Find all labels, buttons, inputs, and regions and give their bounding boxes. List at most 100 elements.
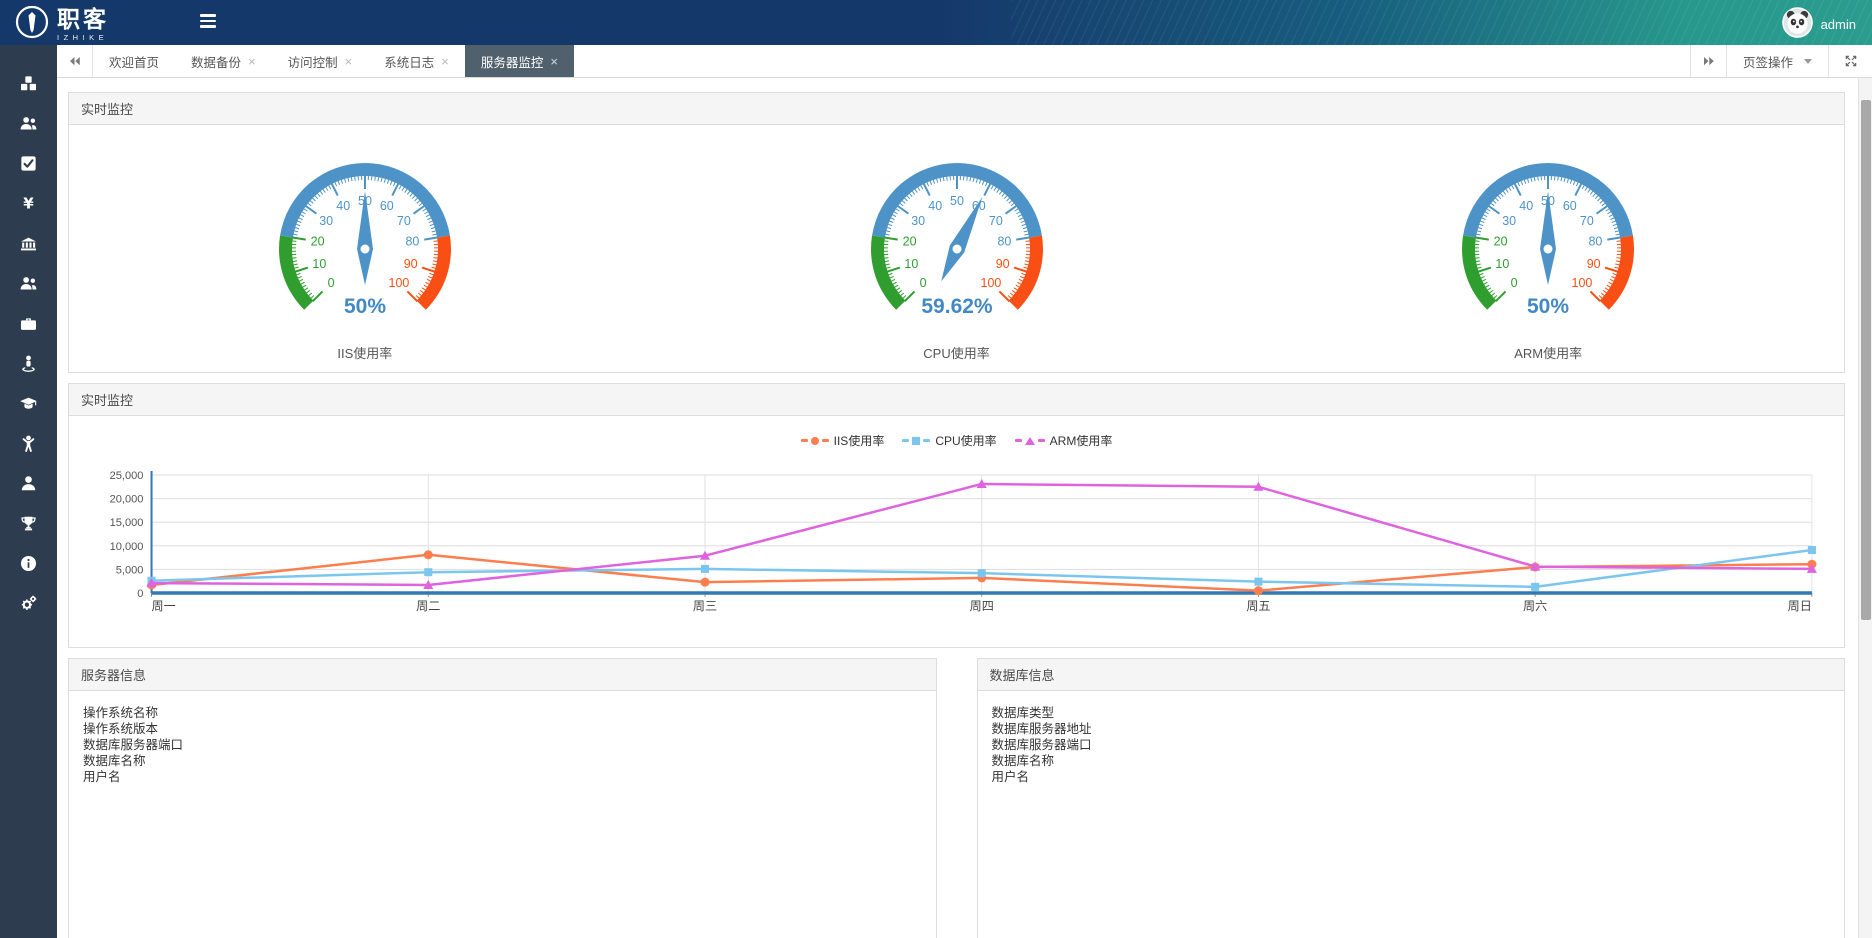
bank-icon <box>19 234 38 253</box>
legend-item-IIS使用率[interactable]: IIS使用率 <box>801 432 885 449</box>
svg-text:70: 70 <box>397 214 411 228</box>
hamburger-menu-icon[interactable] <box>200 14 220 30</box>
database-info-body: 数据库类型数据库服务器地址数据库服务器端口数据库名称用户名 <box>978 691 1845 799</box>
street-view-icon <box>19 354 38 373</box>
users-icon <box>19 114 38 133</box>
sidebar-item-trophy-11[interactable] <box>0 503 57 543</box>
legend-dash <box>1015 439 1022 442</box>
info-row: 用户名 <box>83 769 922 785</box>
svg-text:59.62%: 59.62% <box>921 295 993 318</box>
tab-scroll-right-button[interactable] <box>1690 45 1726 77</box>
sidebar-item-graduation-cap-8[interactable] <box>0 383 57 423</box>
brand-title: 职客 <box>57 8 109 31</box>
svg-text:0: 0 <box>1511 276 1518 290</box>
svg-text:60: 60 <box>1563 199 1577 213</box>
chart-legend: IIS使用率 CPU使用率 ARM使用率 <box>89 432 1824 449</box>
sidebar-item-user-10[interactable] <box>0 463 57 503</box>
svg-text:周日: 周日 <box>1788 599 1812 613</box>
tab-3[interactable]: 系统日志× <box>368 45 465 77</box>
vertical-scrollbar[interactable] <box>1858 78 1872 938</box>
tab-scroll-left-button[interactable] <box>57 45 93 77</box>
tab-actions-dropdown[interactable]: 页签操作 <box>1726 45 1828 77</box>
legend-item-CPU使用率[interactable]: CPU使用率 <box>902 432 996 449</box>
info-row: 数据库类型 <box>992 705 1831 721</box>
caret-down-icon <box>1804 59 1812 64</box>
sidebar-item-info-12[interactable] <box>0 543 57 583</box>
info-row: 数据库名称 <box>992 753 1831 769</box>
svg-text:70: 70 <box>1580 214 1594 228</box>
svg-text:100: 100 <box>980 276 1001 290</box>
gauge-panel: 实时监控 010203040506070809010050%IIS使用率0102… <box>68 92 1845 373</box>
svg-text:10: 10 <box>904 257 918 271</box>
info-row: 数据库服务器端口 <box>992 737 1831 753</box>
gauge-caption-1: CPU使用率 <box>923 343 989 362</box>
tab-close-icon[interactable]: × <box>550 55 558 68</box>
svg-text:40: 40 <box>1519 199 1533 213</box>
tab-close-icon[interactable]: × <box>441 55 449 68</box>
left-sidebar: ¥ <box>0 45 57 938</box>
svg-text:0: 0 <box>919 276 926 290</box>
svg-text:50%: 50% <box>1527 295 1569 318</box>
user-menu[interactable]: admin <box>1782 7 1856 41</box>
line-chart-panel: 实时监控 IIS使用率CPU使用率ARM使用率 05,00010,00015,0… <box>68 383 1845 648</box>
svg-text:20,000: 20,000 <box>110 494 144 506</box>
sidebar-item-child-9[interactable] <box>0 423 57 463</box>
sidebar-item-yen-3[interactable]: ¥ <box>0 183 57 223</box>
server-info-body: 操作系统名称操作系统版本数据库服务器端口数据库名称用户名 <box>69 691 936 799</box>
legend-item-ARM使用率[interactable]: ARM使用率 <box>1015 432 1113 449</box>
navbar-decor-stripes <box>1011 0 1872 45</box>
svg-text:周五: 周五 <box>1246 599 1270 613</box>
tab-4[interactable]: 服务器监控× <box>465 45 574 77</box>
brand-logo[interactable]: 职客 IZHIKE <box>14 4 109 45</box>
sidebar-item-briefcase-6[interactable] <box>0 303 57 343</box>
gauge-caption-2: ARM使用率 <box>1514 343 1582 362</box>
check-square-icon <box>19 154 38 173</box>
server-info-title: 服务器信息 <box>69 659 936 691</box>
tab-close-icon[interactable]: × <box>248 55 256 68</box>
database-info-panel: 数据库信息 数据库类型数据库服务器地址数据库服务器端口数据库名称用户名 <box>977 658 1846 938</box>
legend-dash <box>923 439 930 442</box>
sidebar-item-check-square-2[interactable] <box>0 143 57 183</box>
tab-label: 欢迎首页 <box>109 52 159 71</box>
info-row: 数据库名称 <box>83 753 922 769</box>
sidebar-item-users-1[interactable] <box>0 103 57 143</box>
svg-text:70: 70 <box>988 214 1002 228</box>
sidebar-item-bank-4[interactable] <box>0 223 57 263</box>
sidebar-item-cubes-0[interactable] <box>0 63 57 103</box>
legend-triangle-marker <box>1025 437 1035 445</box>
info-row: 操作系统版本 <box>83 721 922 737</box>
svg-text:20: 20 <box>1494 234 1508 248</box>
trophy-icon <box>19 514 38 533</box>
sidebar-item-street-view-7[interactable] <box>0 343 57 383</box>
legend-square-marker <box>912 437 920 445</box>
gauge-row: 010203040506070809010050%IIS使用率010203040… <box>69 125 1844 372</box>
users-icon <box>19 274 38 293</box>
gauge-dial-2: 010203040506070809010050% <box>1430 137 1666 337</box>
svg-text:50: 50 <box>950 194 964 208</box>
user-icon <box>19 474 38 493</box>
chart-body: IIS使用率CPU使用率ARM使用率 05,00010,00015,00020,… <box>69 416 1844 647</box>
brand-subtitle: IZHIKE <box>57 34 109 42</box>
svg-text:30: 30 <box>1502 214 1516 228</box>
tab-2[interactable]: 访问控制× <box>272 45 369 77</box>
username-label: admin <box>1821 17 1856 32</box>
main-content: 实时监控 010203040506070809010050%IIS使用率0102… <box>57 78 1858 938</box>
scrollbar-thumb[interactable] <box>1861 100 1871 620</box>
svg-text:90: 90 <box>995 257 1009 271</box>
sidebar-item-gears-13[interactable] <box>0 583 57 623</box>
svg-text:10: 10 <box>312 257 326 271</box>
tab-actions-label: 页签操作 <box>1743 52 1793 71</box>
legend-dash <box>801 439 808 442</box>
sidebar-item-users-5[interactable] <box>0 263 57 303</box>
svg-text:40: 40 <box>928 199 942 213</box>
svg-text:90: 90 <box>404 257 418 271</box>
svg-text:5,000: 5,000 <box>116 564 144 576</box>
tab-1[interactable]: 数据备份× <box>175 45 272 77</box>
svg-text:100: 100 <box>1572 276 1593 290</box>
tab-close-icon[interactable]: × <box>345 55 353 68</box>
tab-0[interactable]: 欢迎首页 <box>93 45 175 77</box>
fullscreen-button[interactable] <box>1828 45 1872 77</box>
svg-text:40: 40 <box>336 199 350 213</box>
gauge-1: 010203040506070809010059.62%CPU使用率 <box>661 137 1253 362</box>
legend-circle-marker <box>811 437 819 445</box>
